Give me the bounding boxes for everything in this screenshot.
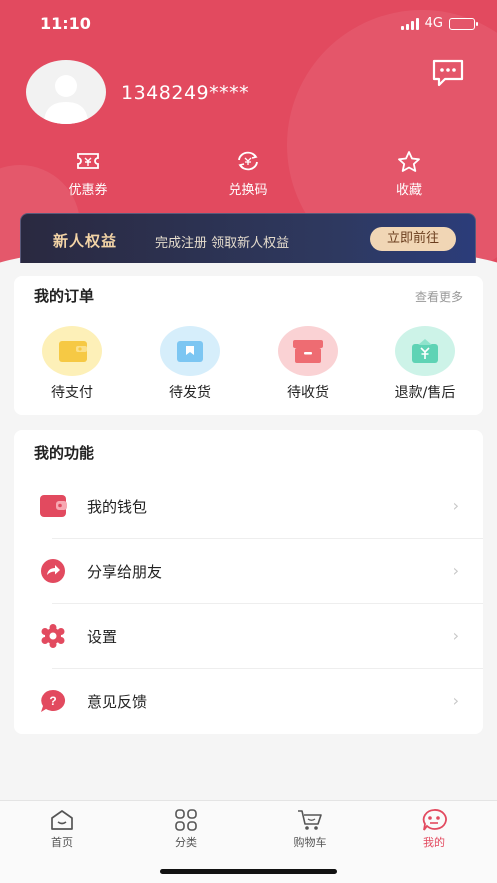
function-feedback-label: 意见反馈 bbox=[87, 693, 148, 711]
tab-cart-label: 购物车 bbox=[293, 836, 327, 849]
function-settings[interactable]: 设置 › bbox=[14, 604, 483, 669]
function-wallet[interactable]: 我的钱包 › bbox=[14, 474, 483, 539]
signal-icon bbox=[400, 17, 419, 30]
tab-cart[interactable]: 购物车 bbox=[275, 809, 345, 850]
status-time: 11:10 bbox=[40, 14, 91, 33]
function-settings-label: 设置 bbox=[87, 628, 118, 646]
battery-icon bbox=[449, 17, 478, 30]
order-refund-aftersale-label: 退款/售后 bbox=[394, 385, 456, 401]
svg-text:?: ? bbox=[49, 694, 56, 708]
cart-icon bbox=[298, 810, 322, 830]
quick-favorites-label: 收藏 bbox=[395, 183, 422, 198]
chevron-right-icon: › bbox=[452, 496, 459, 515]
wallet-icon bbox=[39, 494, 67, 518]
order-pending-receipt-label: 待收货 bbox=[287, 385, 329, 401]
share-icon bbox=[39, 559, 67, 583]
functions-title: 我的功能 bbox=[34, 444, 95, 462]
message-icon[interactable] bbox=[431, 58, 465, 88]
chevron-right-icon: › bbox=[452, 626, 459, 645]
order-pending-payment[interactable]: 待支付 bbox=[27, 326, 117, 402]
order-pending-receipt[interactable]: 待收货 bbox=[263, 326, 353, 402]
function-wallet-label: 我的钱包 bbox=[87, 498, 148, 516]
feedback-icon: ? bbox=[39, 689, 67, 713]
quick-exchange-code[interactable]: 兑换码 bbox=[188, 150, 308, 198]
profile-icon bbox=[422, 809, 447, 831]
user-icon bbox=[44, 75, 88, 124]
network-type: 4G bbox=[424, 16, 443, 31]
function-share[interactable]: 分享给朋友 › bbox=[14, 539, 483, 604]
package-icon bbox=[160, 326, 220, 376]
my-functions-card: 我的功能 我的钱包 › 分享给朋友 › 设置 › ? 意见反馈 › bbox=[14, 430, 483, 734]
coupon-icon bbox=[77, 153, 99, 169]
my-orders-card: 我的订单 查看更多 待支付 待发货 待收货 退款/售后 bbox=[14, 276, 483, 415]
tab-mine[interactable]: 我的 bbox=[399, 809, 469, 850]
quick-exchange-code-label: 兑换码 bbox=[228, 183, 268, 198]
home-icon bbox=[51, 810, 73, 830]
order-pending-shipment[interactable]: 待发货 bbox=[145, 326, 235, 402]
promo-go-button[interactable]: 立即前往 bbox=[370, 227, 456, 251]
status-bar: 11:10 4G bbox=[0, 12, 497, 36]
star-icon bbox=[398, 151, 420, 172]
orders-view-more-link[interactable]: 查看更多 bbox=[415, 288, 463, 305]
wallet-icon bbox=[42, 326, 102, 376]
promo-text: 完成注册 领取新人权益 bbox=[155, 236, 290, 251]
grid-icon bbox=[175, 809, 197, 831]
chevron-right-icon: › bbox=[452, 691, 459, 710]
tab-home[interactable]: 首页 bbox=[27, 809, 97, 850]
avatar[interactable] bbox=[26, 60, 106, 124]
box-icon bbox=[278, 326, 338, 376]
quick-coupon[interactable]: 优惠券 bbox=[28, 150, 148, 198]
tab-mine-label: 我的 bbox=[423, 836, 445, 849]
gear-icon bbox=[39, 624, 67, 648]
function-feedback[interactable]: ? 意见反馈 › bbox=[14, 669, 483, 734]
quick-coupon-label: 优惠券 bbox=[68, 183, 108, 198]
chevron-right-icon: › bbox=[452, 561, 459, 580]
username: 1348249**** bbox=[121, 82, 250, 104]
exchange-code-icon bbox=[238, 151, 258, 171]
order-pending-shipment-label: 待发货 bbox=[169, 385, 211, 401]
home-indicator bbox=[160, 869, 337, 874]
promo-title: 新人权益 bbox=[53, 232, 118, 250]
new-user-promo-banner[interactable]: 新人权益 完成注册 领取新人权益 立即前往 bbox=[20, 213, 476, 263]
order-pending-payment-label: 待支付 bbox=[51, 385, 93, 401]
orders-title: 我的订单 bbox=[34, 287, 95, 305]
function-share-label: 分享给朋友 bbox=[87, 563, 163, 581]
tab-category-label: 分类 bbox=[175, 836, 197, 849]
tab-category[interactable]: 分类 bbox=[151, 809, 221, 850]
tab-home-label: 首页 bbox=[51, 836, 73, 849]
refund-icon bbox=[395, 326, 455, 376]
quick-favorites[interactable]: 收藏 bbox=[349, 150, 469, 198]
order-refund-aftersale[interactable]: 退款/售后 bbox=[380, 326, 470, 402]
